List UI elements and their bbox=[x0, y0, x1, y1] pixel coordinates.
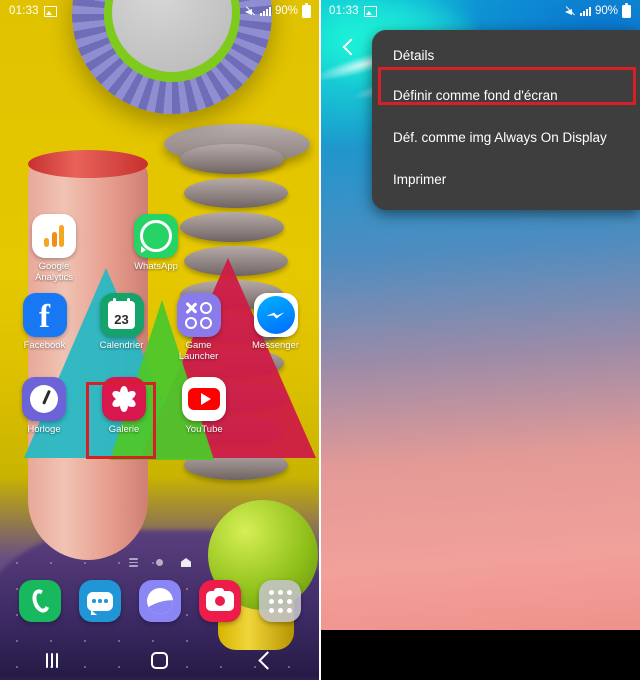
whatsapp-icon bbox=[134, 214, 178, 258]
app-messenger[interactable]: Messenger bbox=[240, 293, 312, 362]
app-whatsapp[interactable]: WhatsApp bbox=[120, 214, 192, 283]
page-indicators bbox=[0, 558, 320, 567]
gallery-icon bbox=[102, 376, 146, 421]
app-calendrier[interactable]: 23 Calendrier bbox=[86, 293, 158, 362]
app-facebook[interactable]: f Facebook bbox=[9, 293, 81, 362]
clock-icon bbox=[22, 376, 66, 421]
battery-percent: 90% bbox=[594, 5, 618, 17]
menu-icon[interactable] bbox=[129, 558, 138, 567]
mute-icon bbox=[564, 6, 576, 17]
menu-item-print[interactable]: Imprimer bbox=[372, 158, 640, 200]
gallery-back-button[interactable] bbox=[334, 32, 364, 62]
home-page-icon[interactable] bbox=[181, 558, 191, 567]
signal-icon bbox=[579, 6, 591, 16]
app-label: YouTube bbox=[185, 423, 223, 435]
menu-item-details[interactable]: Détails bbox=[372, 36, 640, 74]
app-label: WhatsApp bbox=[134, 261, 178, 272]
mute-icon bbox=[244, 6, 256, 17]
app-label: Google Analytics bbox=[34, 261, 73, 283]
dual-screenshot: 01:33 90% Google Analytics WhatsApp f Fa… bbox=[0, 0, 640, 680]
battery-percent: 90% bbox=[274, 5, 298, 17]
app-row-3: Horloge Galerie YouTube bbox=[0, 376, 320, 436]
calendar-day-number: 23 bbox=[114, 312, 129, 328]
app-game-launcher[interactable]: Game Launcher bbox=[163, 293, 235, 362]
dock bbox=[0, 580, 320, 622]
home-icon[interactable] bbox=[150, 651, 168, 669]
status-time: 01:33 bbox=[9, 5, 39, 17]
phone-icon[interactable] bbox=[19, 580, 61, 622]
app-row-1: Google Analytics WhatsApp bbox=[0, 214, 320, 283]
signal-icon bbox=[259, 6, 271, 16]
internet-icon[interactable] bbox=[139, 580, 181, 622]
right-phone-screen: 01:33 90% Détails Définir comme fond d'é… bbox=[320, 0, 640, 680]
status-left-group: 01:33 bbox=[329, 5, 377, 17]
image-icon bbox=[363, 5, 377, 17]
status-bar-right: 01:33 90% bbox=[320, 0, 640, 22]
app-horloge[interactable]: Horloge bbox=[8, 376, 80, 436]
calendar-icon: 23 bbox=[99, 293, 144, 338]
back-icon bbox=[342, 38, 359, 56]
wallpaper-cylinder-rim bbox=[28, 150, 148, 178]
back-icon[interactable] bbox=[257, 650, 277, 670]
app-galerie[interactable]: Galerie bbox=[88, 376, 160, 436]
camera-icon[interactable] bbox=[199, 580, 241, 622]
app-row-2: f Facebook 23 Calendrier Game Launcher M… bbox=[0, 293, 320, 362]
context-menu: Détails Définir comme fond d'écran Déf. … bbox=[372, 30, 640, 210]
menu-item-set-as-always-on-display[interactable]: Déf. comme img Always On Display bbox=[372, 116, 640, 158]
app-label: Galerie bbox=[108, 423, 140, 435]
status-bar-left: 01:33 90% bbox=[0, 0, 320, 22]
panel-divider bbox=[319, 0, 321, 680]
app-google-analytics[interactable]: Google Analytics bbox=[18, 214, 90, 283]
battery-icon bbox=[622, 2, 631, 18]
status-left-group: 01:33 bbox=[9, 5, 57, 17]
recents-icon[interactable] bbox=[46, 652, 59, 668]
app-grid: Google Analytics WhatsApp f Facebook 23 … bbox=[0, 214, 320, 440]
left-phone-screen: 01:33 90% Google Analytics WhatsApp f Fa… bbox=[0, 0, 320, 680]
page-dot[interactable] bbox=[156, 559, 163, 566]
app-label: Facebook bbox=[23, 340, 66, 352]
app-label: Game Launcher bbox=[178, 340, 219, 362]
image-icon bbox=[43, 5, 57, 17]
menu-item-set-as-wallpaper[interactable]: Définir comme fond d'écran bbox=[372, 74, 640, 116]
facebook-icon: f bbox=[22, 293, 67, 338]
messenger-icon bbox=[253, 293, 298, 338]
battery-icon bbox=[302, 2, 311, 18]
nav-bar-left bbox=[0, 640, 320, 680]
status-right-group: 90% bbox=[244, 2, 311, 18]
messages-icon[interactable] bbox=[79, 580, 121, 622]
app-label: Calendrier bbox=[99, 340, 144, 352]
status-right-group: 90% bbox=[564, 2, 631, 18]
app-youtube[interactable]: YouTube bbox=[168, 376, 240, 436]
apps-icon[interactable] bbox=[259, 580, 301, 622]
app-label: Horloge bbox=[27, 423, 61, 435]
game-launcher-icon bbox=[176, 293, 221, 338]
status-time: 01:33 bbox=[329, 5, 359, 17]
google-analytics-icon bbox=[32, 214, 76, 258]
youtube-icon bbox=[182, 376, 226, 421]
app-label: Messenger bbox=[252, 340, 299, 352]
